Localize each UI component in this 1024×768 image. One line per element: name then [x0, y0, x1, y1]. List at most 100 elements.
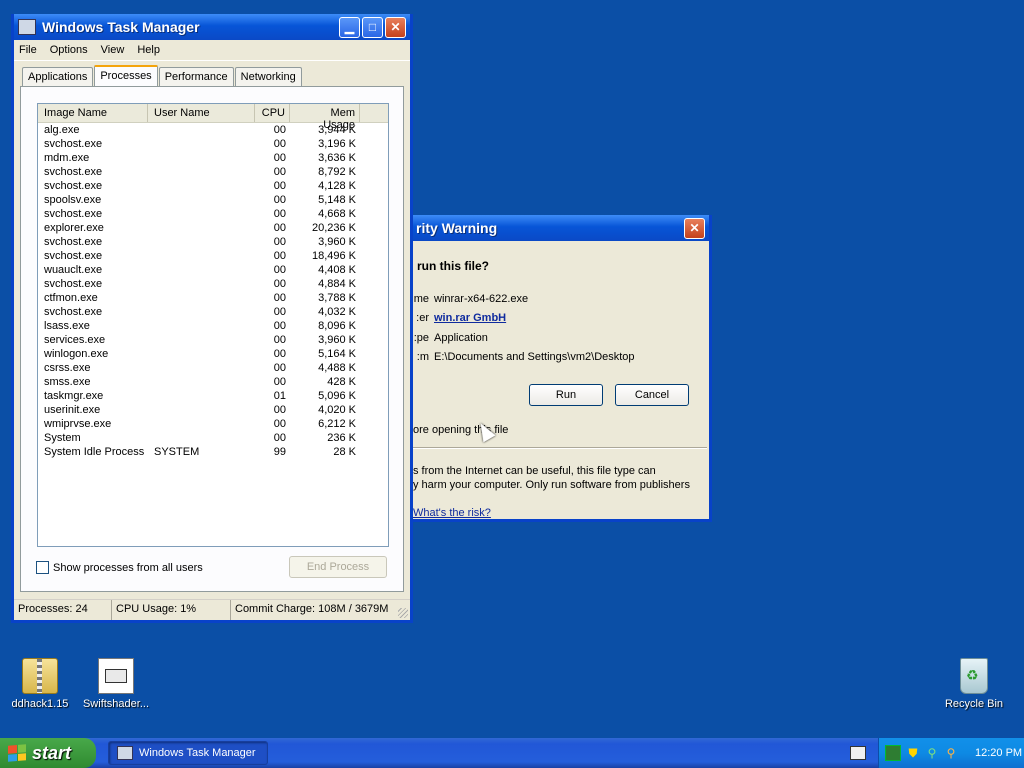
process-row[interactable]: ctfmon.exe 00 3,788 K — [38, 292, 388, 306]
process-user — [148, 222, 255, 236]
clock[interactable]: 12:20 PM — [975, 747, 1022, 759]
process-name: csrss.exe — [44, 362, 91, 374]
process-user — [148, 264, 255, 278]
process-row[interactable]: mdm.exe 00 3,636 K — [38, 152, 388, 166]
menu-file[interactable]: File — [19, 44, 37, 56]
process-row[interactable]: svchost.exe 00 3,960 K — [38, 236, 388, 250]
process-user — [148, 348, 255, 362]
show-all-processes[interactable]: Show processes from all users — [36, 561, 203, 574]
process-row[interactable]: smss.exe 00 428 K — [38, 376, 388, 390]
process-row[interactable]: alg.exe 00 3,944 K — [38, 124, 388, 138]
cancel-button[interactable]: Cancel — [615, 384, 689, 406]
process-row[interactable]: csrss.exe 00 4,488 K — [38, 362, 388, 376]
process-row[interactable]: lsass.exe 00 8,096 K — [38, 320, 388, 334]
process-mem: 4,408 K — [318, 264, 356, 276]
end-process-button[interactable]: End Process — [289, 556, 387, 578]
process-name: svchost.exe — [44, 138, 103, 150]
keyboard-icon[interactable] — [850, 746, 866, 760]
start-button[interactable]: start — [0, 738, 96, 768]
close-icon: ✕ — [390, 20, 401, 34]
field-label: er: — [416, 312, 429, 324]
process-cpu: 00 — [273, 152, 286, 164]
process-cpu: 00 — [273, 250, 286, 262]
process-row[interactable]: System 00 236 K — [38, 432, 388, 446]
run-button[interactable]: Run — [529, 384, 603, 406]
maximize-icon: □ — [368, 20, 377, 34]
minimize-button[interactable]: ▁ — [339, 16, 360, 38]
menu-options[interactable]: Options — [50, 44, 88, 56]
process-user — [148, 376, 255, 390]
network-icon[interactable]: ⚲ — [925, 746, 939, 760]
whats-the-risk-link[interactable]: What's the risk? — [413, 506, 703, 520]
process-mem: 4,884 K — [318, 278, 356, 290]
process-row[interactable]: svchost.exe 00 8,792 K — [38, 166, 388, 180]
process-user — [148, 362, 255, 376]
process-user — [148, 278, 255, 292]
process-cpu: 00 — [273, 404, 286, 416]
process-name: explorer.exe — [44, 222, 104, 234]
process-row[interactable]: svchost.exe 00 18,496 K — [38, 250, 388, 264]
process-name: lsass.exe — [44, 320, 90, 332]
process-row[interactable]: System Idle Process SYSTEM 99 28 K — [38, 446, 388, 460]
column-image-name[interactable]: Image Name — [38, 104, 148, 122]
task-manager-titlebar[interactable]: Windows Task Manager ▁ □ ✕ — [14, 14, 410, 40]
resize-grip[interactable] — [398, 608, 408, 618]
security-warning-titlebar[interactable]: rity Warning ✕ — [413, 215, 709, 241]
process-mem: 5,164 K — [318, 348, 356, 360]
process-row[interactable]: svchost.exe 00 4,668 K — [38, 208, 388, 222]
field-label: me: — [413, 293, 429, 305]
warning-line: s from the Internet can be useful, this … — [413, 465, 656, 477]
process-mem: 3,788 K — [318, 292, 356, 304]
process-row[interactable]: explorer.exe 00 20,236 K — [38, 222, 388, 236]
process-name: smss.exe — [44, 376, 91, 388]
process-name: wuauclt.exe — [44, 264, 103, 276]
process-mem: 5,096 K — [318, 390, 356, 402]
column-user-name[interactable]: User Name — [148, 104, 255, 122]
process-row[interactable]: spoolsv.exe 00 5,148 K — [38, 194, 388, 208]
taskbar-button-task-manager[interactable]: Windows Task Manager — [108, 741, 268, 765]
process-mem: 5,148 K — [318, 194, 356, 206]
show-all-label: Show processes from all users — [53, 561, 203, 574]
security-shield-icon[interactable]: ⛊ — [906, 746, 920, 760]
process-user — [148, 418, 255, 432]
close-button[interactable]: ✕ — [385, 16, 406, 38]
process-row[interactable]: svchost.exe 00 4,884 K — [38, 278, 388, 292]
process-row[interactable]: wuauclt.exe 00 4,408 K — [38, 264, 388, 278]
menu-view[interactable]: View — [101, 44, 125, 56]
zip-folder-icon — [22, 658, 58, 694]
dialog-title: rity Warning — [416, 220, 498, 236]
process-row[interactable]: svchost.exe 00 4,128 K — [38, 180, 388, 194]
process-row[interactable]: winlogon.exe 00 5,164 K — [38, 348, 388, 362]
column-mem-usage[interactable]: Mem Usage — [290, 104, 360, 131]
process-row[interactable]: userinit.exe 00 4,020 K — [38, 404, 388, 418]
publisher-link[interactable]: win.rar GmbH — [434, 312, 506, 324]
process-row[interactable]: svchost.exe 00 3,196 K — [38, 138, 388, 152]
process-list[interactable]: Image Name User Name CPU Mem Usage alg.e… — [37, 103, 389, 547]
process-row[interactable]: svchost.exe 00 4,032 K — [38, 306, 388, 320]
process-mem: 4,020 K — [318, 404, 356, 416]
process-rows: alg.exe 00 3,944 K svchost.exe 00 3,196 K mdm.… — [38, 123, 388, 460]
tab-processes[interactable]: Processes — [94, 65, 158, 87]
process-list-header: Image Name User Name CPU Mem Usage — [38, 104, 388, 131]
desktop-icon-recycle-bin[interactable]: Recycle Bin — [934, 658, 1014, 710]
process-row[interactable]: services.exe 00 3,960 K — [38, 334, 388, 348]
search-icon[interactable]: ⚲ — [944, 746, 958, 760]
column-cpu[interactable]: CPU — [255, 104, 290, 122]
process-cpu: 00 — [273, 166, 286, 178]
process-cpu: 00 — [273, 124, 286, 136]
maximize-button[interactable]: □ — [362, 16, 383, 38]
process-user: SYSTEM — [154, 446, 200, 458]
status-bar: Processes: 24 CPU Usage: 1% Commit Charg… — [14, 599, 410, 620]
desktop-icon-label: ddhack1.15 — [11, 698, 69, 710]
process-row[interactable]: taskmgr.exe 01 5,096 K — [38, 390, 388, 404]
process-row[interactable]: wmiprvse.exe 00 6,212 K — [38, 418, 388, 432]
process-name: wmiprvse.exe — [44, 418, 112, 430]
desktop-icon-ddhack[interactable]: ddhack1.15 — [0, 658, 80, 710]
process-user — [148, 124, 255, 138]
show-all-checkbox[interactable] — [36, 561, 49, 574]
close-button[interactable]: ✕ — [684, 217, 705, 239]
task-manager-tray-icon[interactable] — [885, 745, 901, 761]
menu-help[interactable]: Help — [137, 44, 160, 56]
desktop-icon-swiftshader[interactable]: Swiftshader... — [76, 658, 156, 710]
process-user — [148, 194, 255, 208]
